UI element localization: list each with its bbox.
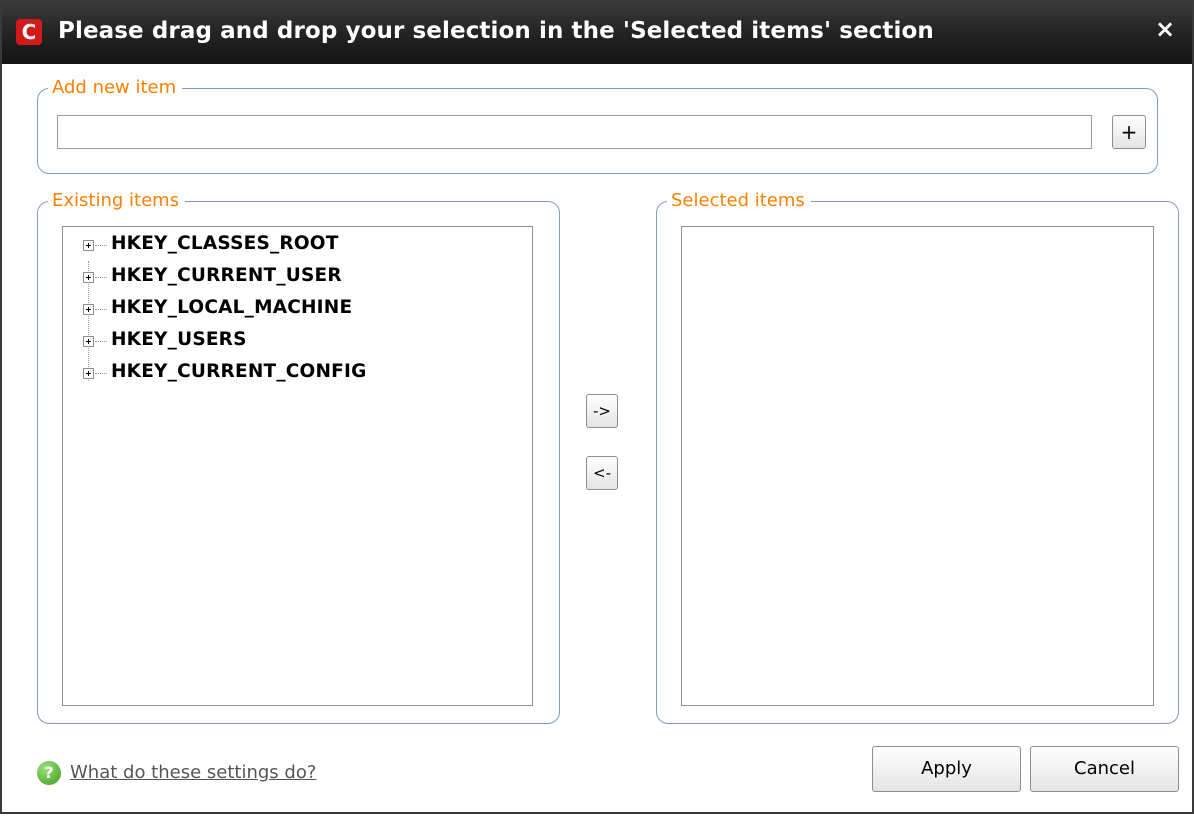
add-item-button[interactable]: + <box>1112 115 1146 149</box>
tree-item-hkey-users[interactable]: HKEY_USERS <box>63 325 523 357</box>
selected-items-list[interactable] <box>681 226 1154 706</box>
apply-button[interactable]: Apply <box>872 746 1021 792</box>
add-new-item-group: Add new item + <box>37 78 1158 174</box>
tree-item-label: HKEY_LOCAL_MACHINE <box>111 297 353 318</box>
title-bar: C Please drag and drop your selection in… <box>2 0 1192 64</box>
tree-branch-line <box>95 309 107 310</box>
tree-branch-line <box>95 373 107 374</box>
existing-items-tree[interactable]: HKEY_CLASSES_ROOT HKEY_CURRENT_USER HKEY… <box>62 226 533 706</box>
plus-expander-icon[interactable] <box>83 272 94 283</box>
add-new-item-legend: Add new item <box>48 78 183 98</box>
tree-item-hkey-current-config[interactable]: HKEY_CURRENT_CONFIG <box>63 357 523 389</box>
move-to-selected-button[interactable]: -> <box>586 394 618 428</box>
close-button[interactable]: × <box>1152 16 1178 42</box>
cancel-button[interactable]: Cancel <box>1030 746 1179 792</box>
tree-item-label: HKEY_CURRENT_CONFIG <box>111 361 367 382</box>
new-item-input[interactable] <box>57 115 1092 149</box>
existing-items-legend: Existing items <box>48 191 186 211</box>
tree-item-hkey-local-machine[interactable]: HKEY_LOCAL_MACHINE <box>63 293 523 325</box>
dialog-window: C Please drag and drop your selection in… <box>0 0 1194 814</box>
existing-items-group: Existing items HKEY_CLASSES_ROOT HKEY_CU… <box>37 191 560 724</box>
plus-expander-icon[interactable] <box>83 304 94 315</box>
tree-item-label: HKEY_CLASSES_ROOT <box>111 233 339 254</box>
tree-item-label: HKEY_USERS <box>111 329 247 350</box>
help-link[interactable]: What do these settings do? <box>70 762 316 783</box>
selected-items-group: Selected items <box>656 191 1179 724</box>
tree-branch-line <box>95 341 107 342</box>
tree-item-label: HKEY_CURRENT_USER <box>111 265 342 286</box>
help-question-icon: ? <box>37 761 61 785</box>
move-to-existing-button[interactable]: <- <box>586 456 618 490</box>
plus-expander-icon[interactable] <box>83 240 94 251</box>
comodo-logo-icon: C <box>16 19 42 45</box>
tree-branch-line <box>95 277 107 278</box>
plus-expander-icon[interactable] <box>83 336 94 347</box>
tree-branch-line <box>95 245 107 246</box>
selected-items-legend: Selected items <box>667 191 811 211</box>
plus-expander-icon[interactable] <box>83 368 94 379</box>
tree-item-hkey-classes-root[interactable]: HKEY_CLASSES_ROOT <box>63 229 523 261</box>
tree-item-hkey-current-user[interactable]: HKEY_CURRENT_USER <box>63 261 523 293</box>
dialog-title: Please drag and drop your selection in t… <box>58 18 934 44</box>
